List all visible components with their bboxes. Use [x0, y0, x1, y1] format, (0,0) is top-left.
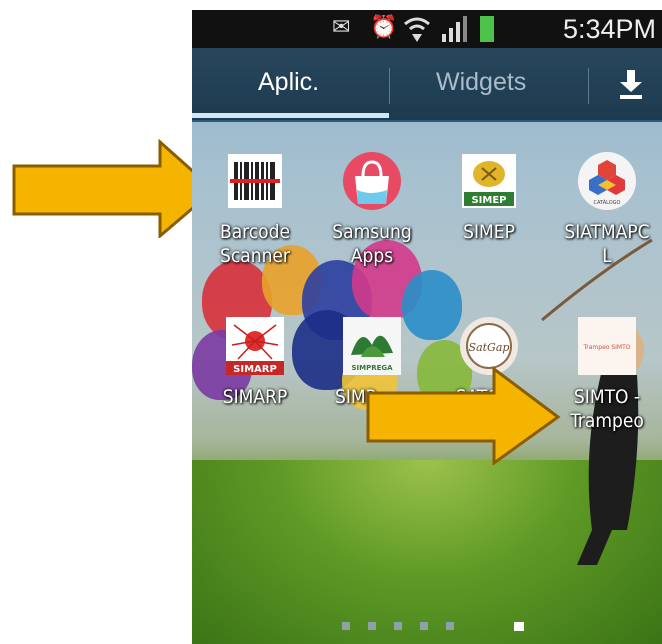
app-label: SIATMAPC L [564, 221, 650, 267]
simto-icon-text: Trampeo SIMTO [583, 344, 631, 351]
page-dot[interactable] [368, 622, 376, 630]
app-siatmapcl[interactable]: CATÁLOGO SIATMAPC L [552, 150, 662, 268]
status-time: 5:34PM [562, 14, 656, 44]
app-simto-trampeo[interactable]: Trampeo SIMTO SIMTO - Trampeo [552, 315, 662, 433]
annotation-arrow-left [12, 138, 217, 238]
app-label: Barcode Scanner [219, 221, 291, 267]
page-indicator [192, 622, 662, 634]
siatmapcl-icon: CATÁLOGO [576, 150, 638, 212]
simep-icon: SIMEP [458, 150, 520, 212]
page-dot-active[interactable] [514, 622, 524, 631]
app-samsung-apps[interactable]: Samsung Apps [317, 150, 427, 268]
download-icon[interactable] [618, 70, 644, 100]
app-label: SIMTO - Trampeo [570, 386, 644, 432]
active-tab-indicator [192, 113, 389, 118]
app-simep[interactable]: SIMEP SIMEP [434, 150, 544, 244]
app-simarp[interactable]: SIMARP SIMARP [200, 315, 310, 409]
page-dot[interactable] [394, 622, 402, 630]
app-label: Samsung Apps [332, 221, 412, 267]
tab-divider [389, 68, 390, 104]
tab-apps[interactable]: Aplic. [258, 68, 319, 97]
app-barcode-scanner[interactable]: Barcode Scanner [200, 150, 310, 268]
annotation-arrow-right [366, 366, 561, 465]
app-label: SIMARP [222, 386, 288, 408]
simep-icon-text: SIMEP [471, 195, 506, 206]
phone-screen: ✉ ⏰ 5:34PM Aplic. Widgets Barcode Scanne… [192, 10, 662, 644]
signal-icon [442, 16, 467, 42]
page-dot[interactable] [420, 622, 428, 630]
satgap-icon-text: SatGap [469, 341, 510, 354]
tab-divider [588, 68, 589, 104]
alarm-icon: ⏰ [370, 15, 398, 40]
simarp-icon: SIMARP [224, 315, 286, 377]
page-dot[interactable] [446, 622, 454, 630]
battery-icon [480, 16, 494, 42]
app-drawer-tabs: Aplic. Widgets [192, 48, 662, 122]
simarp-icon-text: SIMARP [233, 364, 277, 375]
page-dot[interactable] [342, 622, 350, 630]
tab-widgets[interactable]: Widgets [436, 68, 526, 97]
status-bar: ✉ ⏰ 5:34PM [192, 10, 662, 48]
notification-icon: ✉ [332, 15, 351, 40]
samsung-apps-icon [341, 150, 403, 212]
siatmapcl-icon-text: CATÁLOGO [594, 199, 621, 206]
barcode-scanner-icon [224, 150, 286, 212]
wifi-icon [404, 17, 430, 42]
simto-trampeo-icon: Trampeo SIMTO [576, 315, 638, 377]
app-label: SIMEP [463, 221, 515, 243]
